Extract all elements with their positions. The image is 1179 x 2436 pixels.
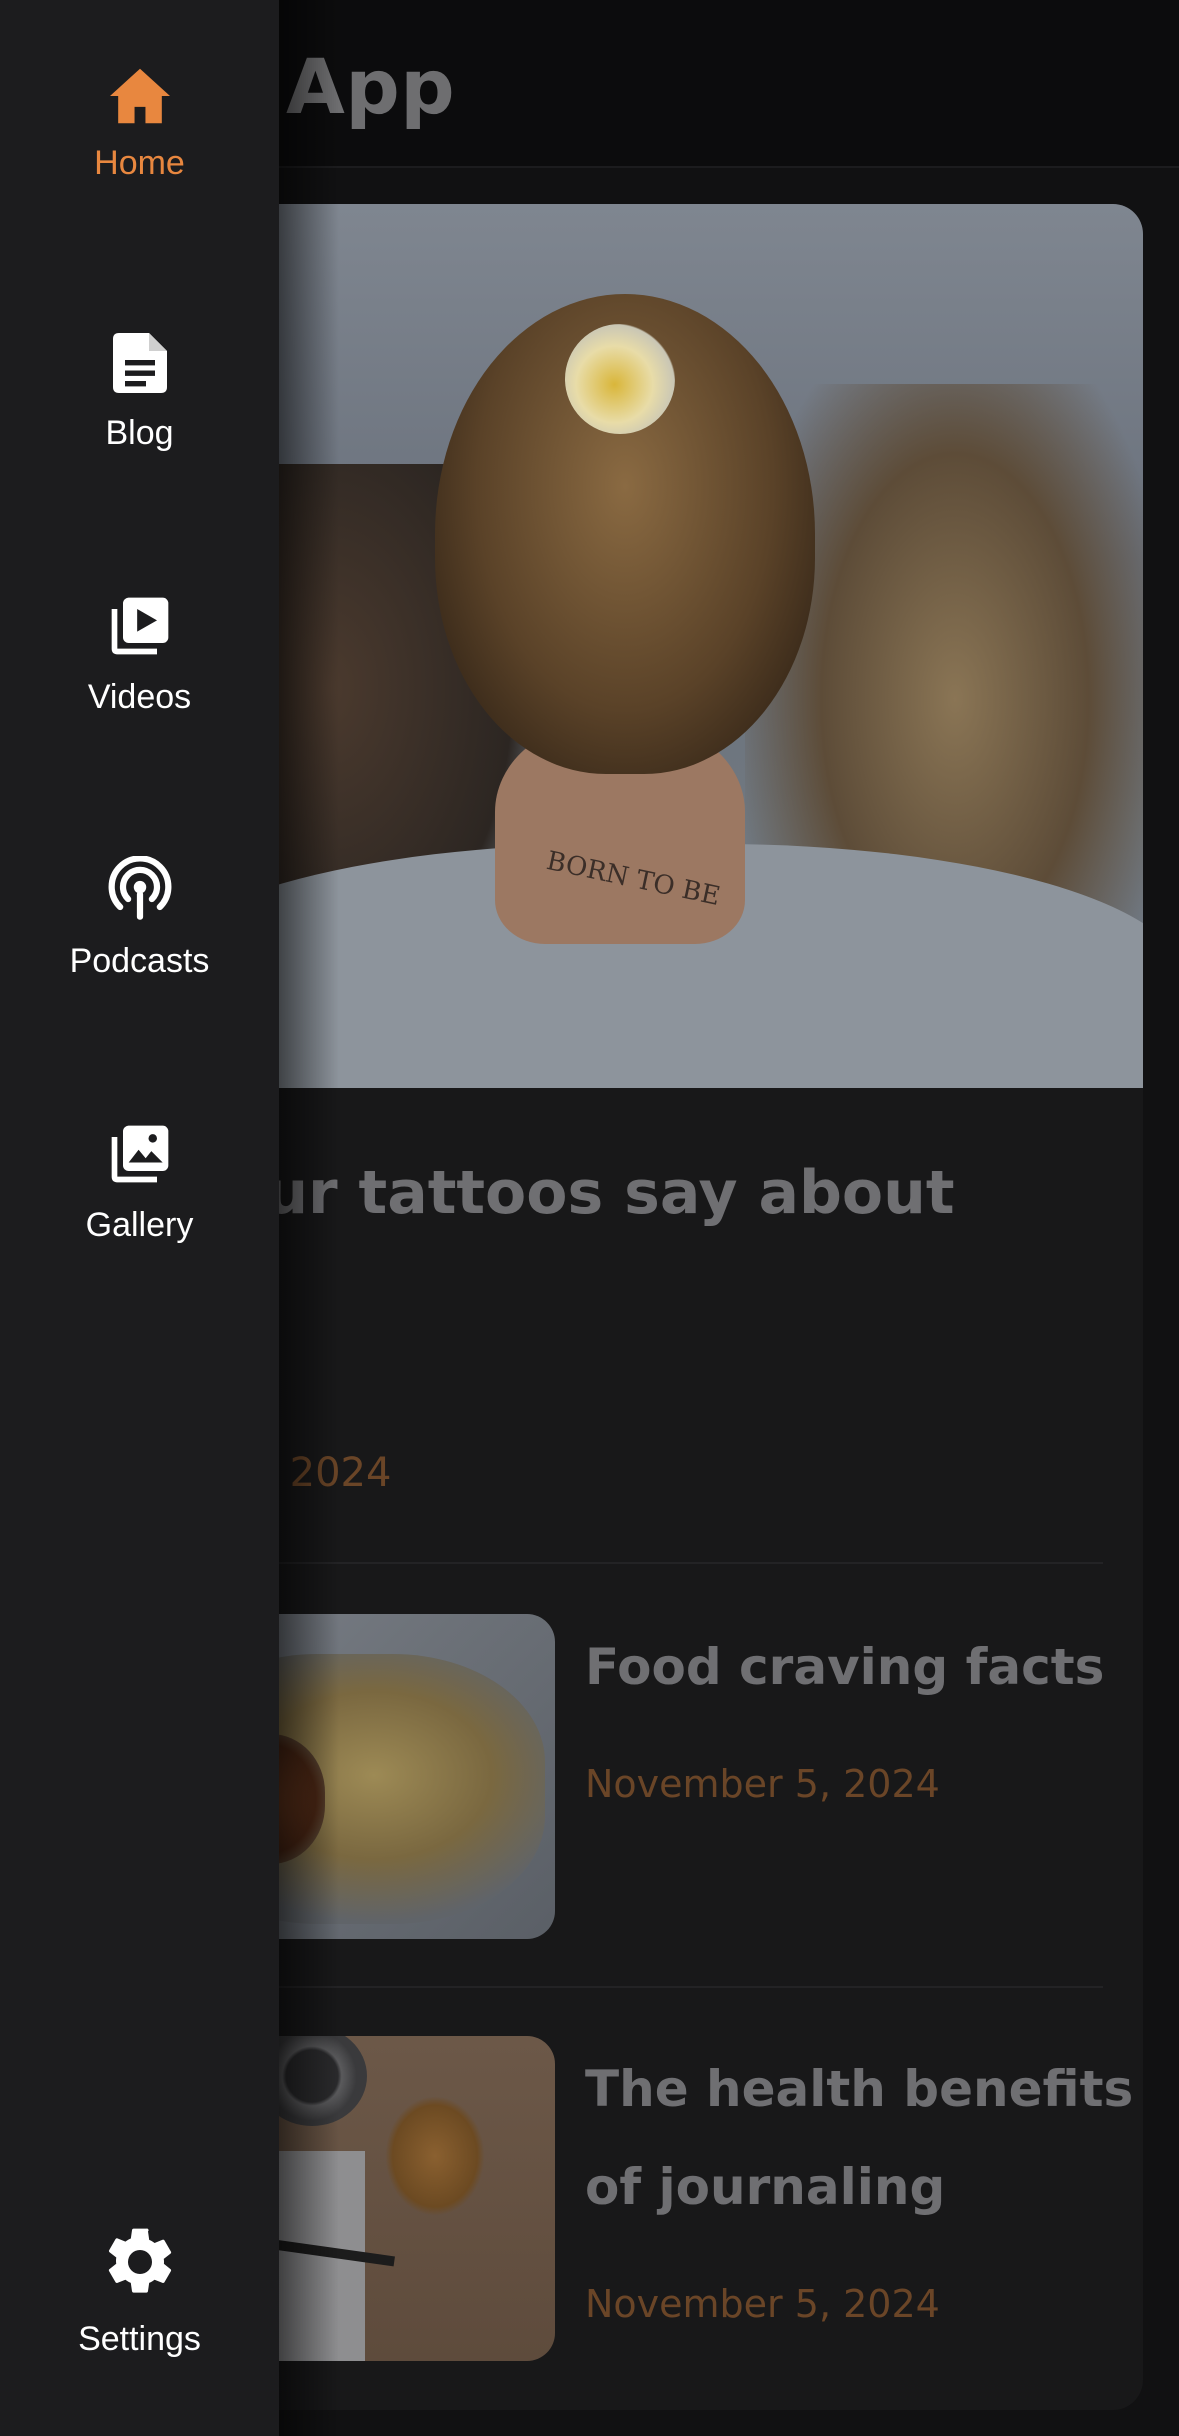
drawer-item-home[interactable]: Home	[0, 66, 279, 183]
post-date: November 5, 2024	[585, 1762, 940, 1806]
drawer-item-label: Podcasts	[69, 942, 210, 980]
gear-icon	[108, 2228, 171, 2293]
drawer-item-videos[interactable]: Videos	[0, 592, 279, 717]
document-icon	[112, 333, 167, 393]
drawer-item-label: Videos	[87, 678, 192, 716]
drawer-item-blog[interactable]: Blog	[0, 330, 279, 453]
post-title[interactable]: Food craving facts	[585, 1618, 1104, 1716]
post-date: November 5, 2024	[585, 2282, 940, 2326]
podcast-icon	[108, 856, 171, 920]
navigation-drawer: Home Blog Videos Podcasts Gallery Settin…	[0, 0, 279, 2436]
drawer-item-label: Settings	[78, 2320, 201, 2358]
drawer-item-label: Home	[94, 144, 185, 182]
drawer-item-settings[interactable]: Settings	[0, 2222, 279, 2359]
video-library-icon	[111, 597, 168, 655]
drawer-item-podcasts[interactable]: Podcasts	[0, 856, 279, 981]
flower	[565, 324, 675, 434]
drawer-item-label: Gallery	[85, 1206, 194, 1244]
home-icon	[109, 68, 170, 124]
photo-library-icon	[111, 1125, 168, 1183]
drawer-shadow	[279, 0, 339, 2436]
drawer-item-label: Blog	[105, 414, 174, 452]
drawer-item-gallery[interactable]: Gallery	[0, 1120, 279, 1245]
post-title-line-1[interactable]: The health benefits	[585, 2040, 1133, 2138]
post-title-line-2[interactable]: of journaling	[585, 2138, 945, 2236]
